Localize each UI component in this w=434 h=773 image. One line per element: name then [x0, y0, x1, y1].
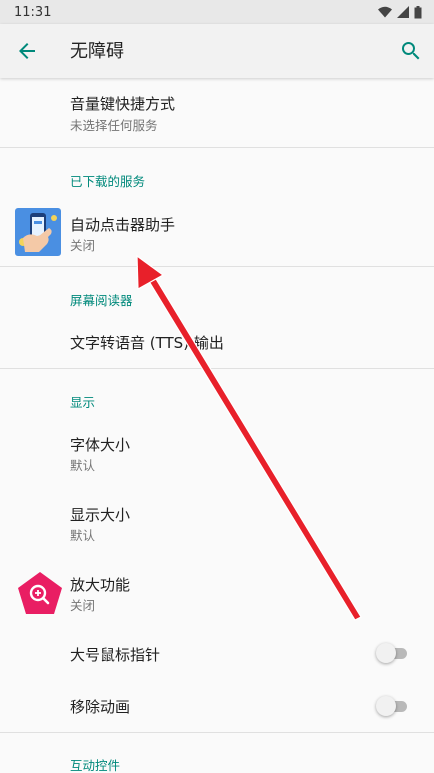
remove-animations-switch[interactable]	[376, 695, 410, 717]
font-size-label: 字体大小	[70, 436, 131, 454]
auto-clicker-summary: 关闭	[70, 238, 96, 253]
section-divider	[0, 147, 434, 148]
tts-output-label: 文字转语音 (TTS) 输出	[70, 334, 224, 352]
auto-clicker-item[interactable]: 自动点击器助手 关闭	[0, 200, 434, 266]
cell-signal-icon	[397, 6, 409, 18]
volume-shortcut-summary: 未选择任何服务	[70, 118, 158, 133]
display-size-label: 显示大小	[70, 506, 131, 524]
app-toolbar: 无障碍	[0, 24, 434, 78]
remove-animations-item[interactable]: 移除动画	[0, 680, 434, 732]
section-divider	[0, 266, 434, 267]
switch-thumb	[376, 696, 396, 716]
font-size-item[interactable]: 字体大小 默认	[0, 418, 434, 488]
back-arrow-icon[interactable]	[15, 39, 39, 63]
magnification-label: 放大功能	[70, 576, 131, 594]
section-header-interaction: 互动控件	[70, 758, 121, 773]
status-bar: 11:31	[0, 0, 434, 24]
battery-icon	[414, 5, 422, 18]
auto-clicker-app-icon	[15, 208, 61, 256]
section-header-screen-reader: 屏幕阅读器	[70, 293, 133, 308]
volume-shortcut-label: 音量键快捷方式	[70, 95, 176, 113]
page-title: 无障碍	[70, 41, 124, 62]
search-icon[interactable]	[399, 39, 423, 63]
remove-animations-label: 移除动画	[70, 698, 131, 716]
auto-clicker-label: 自动点击器助手	[70, 216, 176, 234]
settings-list: 音量键快捷方式 未选择任何服务 已下载的服务 自动点击器助手 关闭 屏幕阅读器 …	[0, 78, 434, 773]
large-pointer-switch[interactable]	[376, 642, 410, 664]
status-time: 11:31	[14, 4, 52, 20]
large-pointer-label: 大号鼠标指针	[70, 646, 161, 664]
magnification-item[interactable]: 放大功能 关闭	[0, 558, 434, 628]
section-divider	[0, 368, 434, 369]
volume-shortcut-item[interactable]: 音量键快捷方式 未选择任何服务	[0, 78, 434, 147]
wifi-icon	[378, 6, 392, 18]
display-size-summary: 默认	[70, 528, 96, 543]
section-header-display: 显示	[70, 395, 96, 410]
section-divider	[0, 732, 434, 733]
font-size-summary: 默认	[70, 458, 96, 473]
switch-thumb	[376, 643, 396, 663]
magnification-summary: 关闭	[70, 598, 96, 613]
display-size-item[interactable]: 显示大小 默认	[0, 488, 434, 558]
section-header-downloaded: 已下载的服务	[70, 174, 146, 189]
tts-output-item[interactable]: 文字转语音 (TTS) 输出	[0, 318, 434, 368]
magnify-icon	[18, 572, 62, 614]
status-icons	[378, 5, 422, 19]
large-pointer-item[interactable]: 大号鼠标指针	[0, 628, 434, 680]
